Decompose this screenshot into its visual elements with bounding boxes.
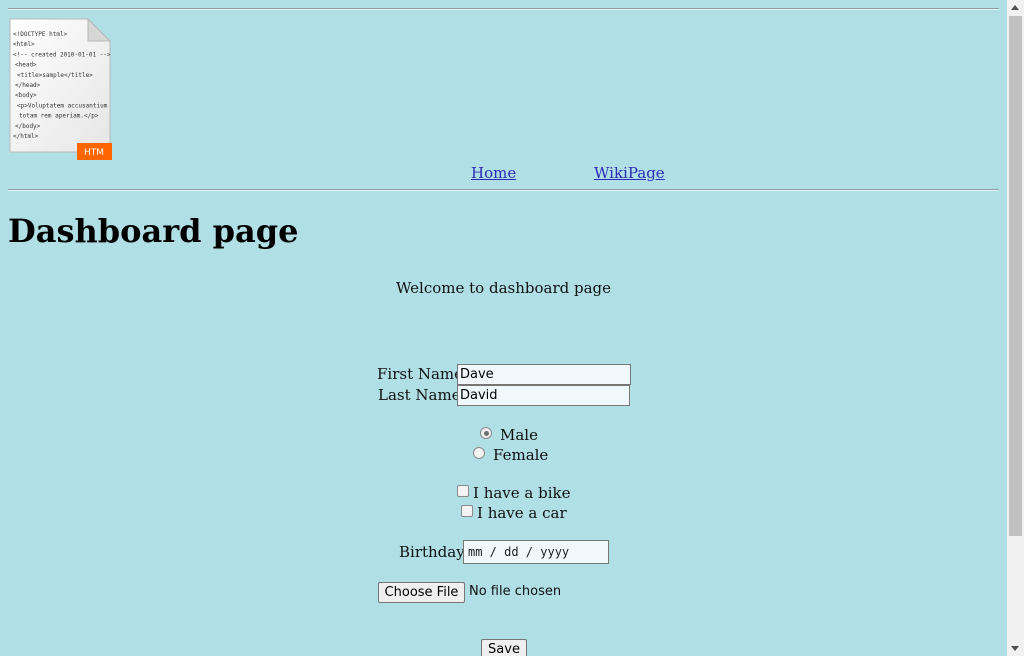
logo-code-line: </body>	[15, 123, 41, 130]
logo-code-line: <body>	[15, 92, 37, 99]
vertical-scrollbar[interactable]	[1007, 0, 1024, 656]
nav-wikipage-link[interactable]: WikiPage	[594, 164, 665, 182]
choose-file-button[interactable]: Choose File	[378, 582, 465, 603]
htm-badge: HTM	[84, 148, 104, 158]
scroll-up-icon[interactable]	[1011, 5, 1019, 10]
welcome-text: Welcome to dashboard page	[395, 279, 612, 297]
male-label: Male	[500, 426, 538, 444]
birthday-label: Birthday:	[399, 543, 470, 561]
logo-code-line: </head>	[15, 82, 41, 89]
scrollbar-thumb[interactable]	[1009, 16, 1022, 536]
bike-label: I have a bike	[473, 484, 571, 502]
last-name-input[interactable]: David	[457, 385, 630, 406]
logo-code-line: <p>Voluptatem accusantium	[17, 102, 108, 109]
first-name-label: First Name:	[377, 365, 469, 383]
car-label: I have a car	[477, 504, 567, 522]
bike-checkbox[interactable]	[457, 485, 469, 497]
car-checkbox[interactable]	[461, 505, 473, 517]
nav-divider	[8, 189, 999, 191]
page: <!DOCTYPE html> <html> <!-- created 2010-0…	[0, 0, 1007, 656]
female-label: Female	[493, 446, 549, 464]
scroll-down-icon[interactable]	[1011, 646, 1019, 651]
top-divider	[8, 8, 999, 10]
male-radio[interactable]	[480, 427, 492, 439]
html-file-icon: <!DOCTYPE html> <html> <!-- created 2010-0…	[8, 18, 112, 160]
logo-code-line: <!-- created 2010-01-01 -->	[13, 51, 111, 58]
logo-code-line: <html>	[13, 41, 35, 48]
logo-code-line: <!DOCTYPE html>	[13, 31, 68, 38]
logo-code-line: <head>	[15, 62, 37, 69]
logo-code-line: totam rem aperiam.</p>	[19, 113, 99, 120]
logo-code-line: </html>	[13, 133, 39, 140]
birthday-date-input[interactable]: mm / dd / yyyy	[463, 540, 609, 564]
last-name-label: Last Name:	[378, 386, 466, 404]
page-title: Dashboard page	[8, 212, 299, 250]
nav-home-link[interactable]: Home	[471, 164, 516, 182]
first-name-input[interactable]: Dave	[457, 364, 631, 385]
save-button[interactable]: Save	[481, 639, 527, 656]
file-status-text: No file chosen	[469, 584, 562, 599]
logo-code-line: <title>sample</title>	[17, 72, 93, 79]
female-radio[interactable]	[473, 447, 485, 459]
